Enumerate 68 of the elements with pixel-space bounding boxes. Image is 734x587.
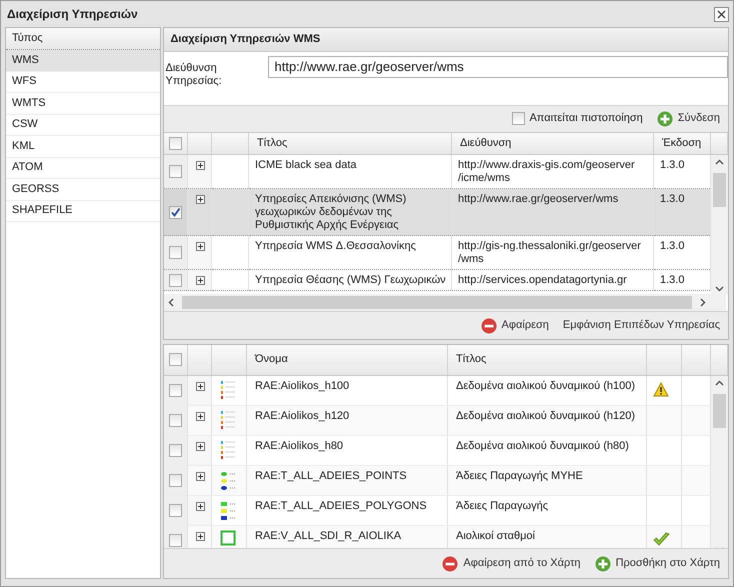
table-cell: http://www.rae.gr/geoserver/wms	[452, 188, 654, 236]
vertical-scrollbar[interactable]	[711, 376, 728, 548]
expand-icon[interactable]	[196, 195, 205, 204]
panel-title: Διαχείριση Υπηρεσιών WMS	[164, 28, 728, 52]
checkbox[interactable]	[168, 136, 182, 150]
expand-icon[interactable]	[196, 472, 205, 481]
expand-icon[interactable]	[196, 382, 205, 390]
add-icon	[656, 110, 673, 127]
remove-button[interactable]: Αφαίρεση	[480, 318, 549, 334]
expand-icon[interactable]	[196, 442, 205, 451]
remove-icon	[442, 556, 458, 572]
column-header[interactable]: Όνομα	[246, 345, 448, 375]
remove-icon	[480, 318, 497, 334]
table-cell: RAE:T_ALL_ADEIES_POINTS	[246, 466, 448, 496]
add-to-map-button[interactable]: Προσθήκη στο Χάρτη	[594, 556, 720, 572]
table-row[interactable]: Υπηρεσίες Απεικόνισης (WMS) γεωχωρικών δεδομένων της Ρυθμιστικής Αρχής Ενέργειας http://www.rae.gr/geoserver/wms 1.3.0	[164, 188, 710, 236]
vertical-scrollbar[interactable]	[711, 155, 728, 294]
column-header[interactable]: Τίτλος	[248, 132, 452, 155]
add-icon	[594, 556, 611, 572]
connect-button[interactable]: Σύνδεση	[656, 110, 720, 127]
close-icon	[717, 10, 726, 18]
table-cell: Υπηρεσία WMS Δ.Θεσσαλονίκης	[248, 236, 452, 270]
table-cell: Υπηρεσίες Απεικόνισης (WMS) γεωχωρικών δεδομένων της Ρυθμιστικής Αρχής Ενέργειας	[248, 188, 452, 236]
expand-icon[interactable]	[196, 502, 205, 511]
checkbox[interactable]	[168, 165, 182, 178]
column-header: Τύπος	[6, 28, 160, 50]
checkbox[interactable]	[168, 504, 182, 517]
remove-from-map-button[interactable]: Αφαίρεση από το Χάρτη	[442, 556, 581, 572]
table-row[interactable]: Υπηρεσία Θέασης (WMS) Γεωχωρικών http://services.opendatagortynia.gr 1.3.0	[164, 270, 710, 291]
auth-label: Απαιτείται πιστοποίηση	[529, 112, 643, 126]
checkbox[interactable]	[168, 384, 182, 397]
close-button[interactable]	[714, 6, 729, 22]
column-header[interactable]: Διεύθυνση	[452, 132, 654, 155]
expand-icon[interactable]	[196, 242, 205, 252]
table-row[interactable]: Υπηρεσία WMS Δ.Θεσσαλονίκης http://gis-ng.thessaloniki.gr/geoserver/wms 1.3.0	[164, 236, 710, 270]
table-cell: Υπηρεσία Θέασης (WMS) Γεωχωρικών	[248, 270, 452, 291]
table-cell: RAE:V_ALL_SDI_R_AIOLIKA	[246, 526, 448, 548]
table-cell: Άδειες Παραγωγής ΜΥΗΕ	[448, 466, 646, 496]
table-cell: http://services.opendatagortynia.gr	[452, 270, 654, 291]
legend-icon	[220, 530, 236, 546]
column-header[interactable]: Τίτλος	[448, 345, 646, 375]
legend-icon	[220, 410, 236, 432]
checkbox[interactable]	[168, 534, 182, 547]
checkbox[interactable]	[168, 206, 182, 218]
window-title: Διαχείριση Υπηρεσιών	[7, 8, 138, 20]
address-label: Διεύθυνση Υπηρεσίας:	[166, 60, 223, 88]
table-cell: Δεδομένα αιολικού δυναμικού (h120)	[448, 406, 646, 436]
table-cell: http://gis-ng.thessaloniki.gr/geoserver/wms	[452, 236, 654, 270]
legend-icon	[220, 380, 236, 402]
type-list-item[interactable]: WMS	[6, 50, 160, 72]
legend-icon	[220, 440, 236, 462]
expand-icon[interactable]	[196, 532, 205, 541]
address-field[interactable]: http://www.rae.gr/geoserver/wms	[268, 56, 728, 78]
table-cell: RAE:Aiolikos_h120	[246, 406, 448, 436]
expand-icon[interactable]	[196, 276, 205, 286]
table-cell: 1.3.0	[654, 188, 710, 236]
checkbox[interactable]	[168, 474, 182, 487]
expand-icon[interactable]	[196, 161, 205, 170]
expand-icon[interactable]	[196, 412, 205, 421]
checkbox[interactable]	[168, 274, 182, 286]
checkbox[interactable]	[168, 246, 182, 259]
checkbox[interactable]	[512, 112, 526, 126]
checkbox[interactable]	[168, 444, 182, 457]
checkbox[interactable]	[168, 414, 182, 427]
show-layers-button[interactable]: Εμφάνιση Επιπέδων Υπηρεσίας	[562, 319, 720, 332]
column-header[interactable]: Έκδοση	[654, 132, 710, 155]
checkbox[interactable]	[168, 353, 182, 366]
table-cell: Αιολικοί σταθμοί	[448, 526, 646, 548]
